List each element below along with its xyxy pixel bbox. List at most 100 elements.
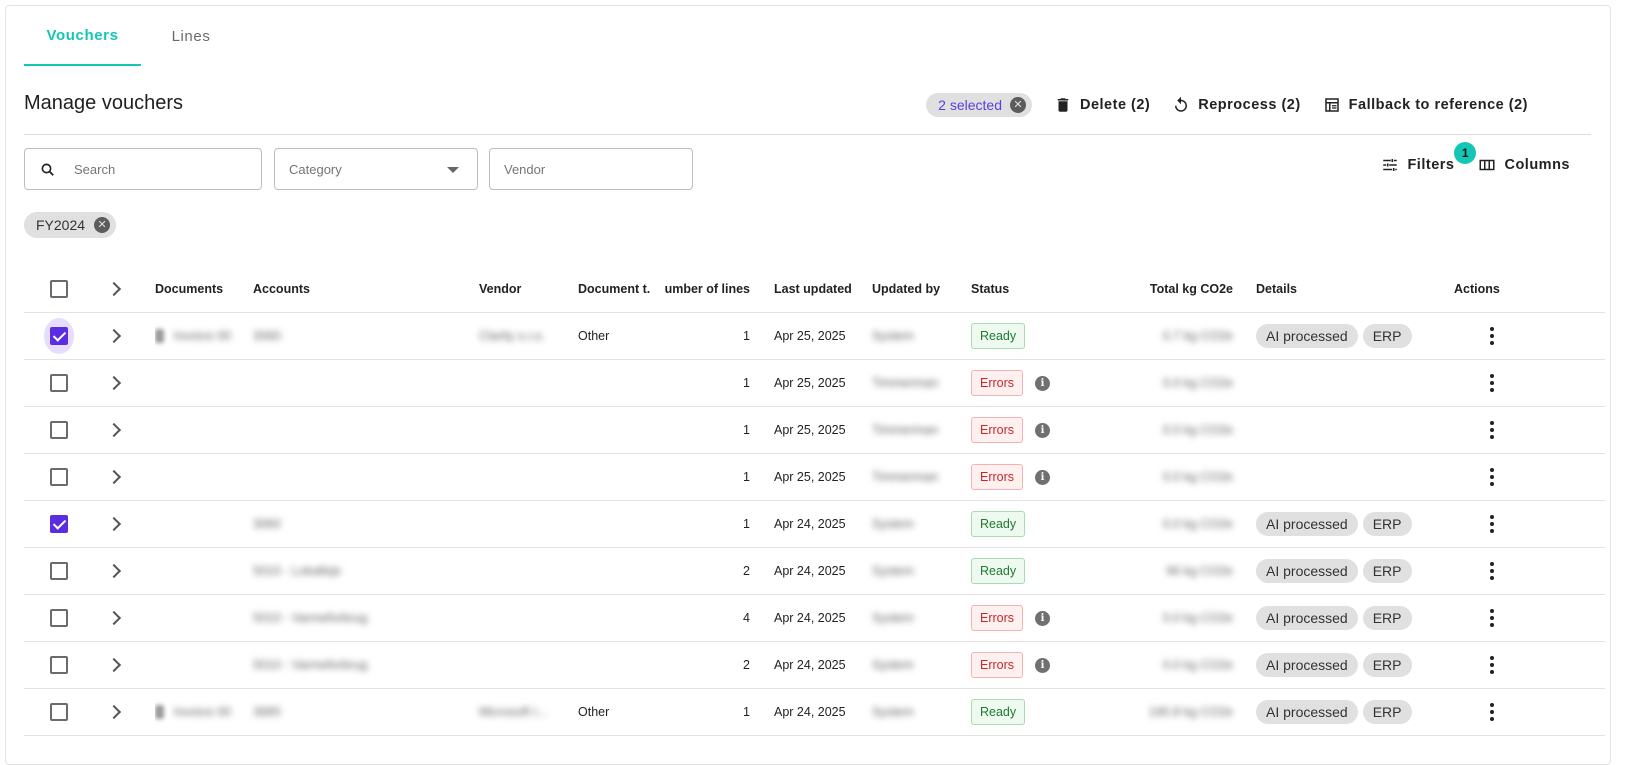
table-row[interactable]: 1 Apr 25, 2025 Timmerman Errors i 0.0 kg CO2e <box>24 407 1605 454</box>
row-checkbox[interactable] <box>50 468 68 486</box>
info-icon[interactable]: i <box>1035 375 1051 391</box>
col-details[interactable]: Details <box>1256 266 1446 312</box>
row-select-cell <box>44 501 74 547</box>
col-document-type[interactable]: Document t... <box>578 266 650 312</box>
tab-lines[interactable]: Lines <box>141 6 241 66</box>
row-documents[interactable] <box>155 454 245 500</box>
row-checkbox[interactable] <box>50 562 68 580</box>
row-checkbox[interactable] <box>50 515 68 533</box>
more-vert-icon[interactable] <box>1490 327 1494 345</box>
row-checkbox[interactable] <box>50 374 68 392</box>
row-details: AI processed ERP <box>1256 548 1446 594</box>
search-input[interactable] <box>25 149 261 189</box>
search-field[interactable] <box>24 148 262 190</box>
row-checkbox[interactable] <box>50 609 68 627</box>
vendor-input[interactable] <box>490 149 692 189</box>
more-vert-icon[interactable] <box>1490 703 1494 721</box>
row-documents[interactable] <box>155 360 245 406</box>
reprocess-button[interactable]: Reprocess (2) <box>1172 96 1300 114</box>
more-vert-icon[interactable] <box>1490 656 1494 674</box>
row-expand-cell <box>104 642 128 688</box>
table-row[interactable]: 5010 - Lokalleje 2 Apr 24, 2025 System Ready… <box>24 548 1605 595</box>
row-total-kg-co2e: 0.0 kg CO2e <box>1162 376 1233 390</box>
row-documents[interactable] <box>155 407 245 453</box>
chevron-right-icon[interactable] <box>106 328 122 344</box>
info-icon[interactable]: i <box>1035 610 1051 626</box>
chevron-right-icon[interactable] <box>106 657 122 673</box>
row-select-cell <box>44 407 74 453</box>
row-documents[interactable] <box>155 642 245 688</box>
col-vendor[interactable]: Vendor <box>479 266 569 312</box>
row-documents[interactable] <box>155 595 245 641</box>
status-badge: Ready <box>971 323 1026 349</box>
more-vert-icon[interactable] <box>1490 562 1494 580</box>
row-status: Ready <box>971 313 1091 359</box>
row-documents[interactable] <box>155 501 245 547</box>
col-number-of-lines[interactable]: umber of lines <box>658 266 750 312</box>
table-row[interactable]: 1 Apr 25, 2025 Timmerman Errors i 0.0 kg CO2e <box>24 454 1605 501</box>
chevron-right-icon[interactable] <box>106 375 122 391</box>
fallback-to-reference-button[interactable]: Fallback to reference (2) <box>1323 96 1528 114</box>
row-actions <box>1452 595 1532 641</box>
col-updated-by[interactable]: Updated by <box>872 266 962 312</box>
row-checkbox[interactable] <box>50 656 68 674</box>
info-icon[interactable]: i <box>1035 422 1051 438</box>
row-documents[interactable] <box>155 548 245 594</box>
col-status[interactable]: Status <box>971 266 1091 312</box>
chevron-right-icon[interactable] <box>106 704 122 720</box>
columns-label: Columns <box>1504 157 1570 173</box>
row-checkbox[interactable] <box>50 327 68 345</box>
more-vert-icon[interactable] <box>1490 421 1494 439</box>
table-row[interactable]: 1 Apr 25, 2025 Timmerman Errors i 0.0 kg CO2e <box>24 360 1605 407</box>
table-row[interactable]: 5010 - Varmeforbrug 2 Apr 24, 2025 System Er… <box>24 642 1605 689</box>
chevron-down-icon[interactable] <box>447 167 459 173</box>
detail-chip: AI processed <box>1256 324 1358 348</box>
row-documents[interactable]: Invoice 00 <box>155 313 245 359</box>
row-select-cell <box>44 548 74 594</box>
chevron-right-icon[interactable] <box>106 281 122 297</box>
row-details: AI processed ERP <box>1256 689 1446 735</box>
clear-selection-icon[interactable]: ✕ <box>1009 97 1026 113</box>
row-select-cell <box>44 595 74 641</box>
more-vert-icon[interactable] <box>1490 609 1494 627</box>
more-vert-icon[interactable] <box>1490 468 1494 486</box>
more-vert-icon[interactable] <box>1490 374 1494 392</box>
row-documents[interactable]: Invoice 00 <box>155 689 245 735</box>
info-icon[interactable]: i <box>1035 657 1051 673</box>
row-expand-cell <box>104 407 128 453</box>
table-row[interactable]: Invoice 00 3060 Clarity s.r.o. Other 1 Apr 25… <box>24 313 1605 360</box>
select-all-checkbox[interactable] <box>50 280 68 298</box>
row-actions <box>1452 360 1532 406</box>
col-documents[interactable]: Documents <box>155 266 245 312</box>
chevron-right-icon[interactable] <box>106 469 122 485</box>
row-checkbox[interactable] <box>50 421 68 439</box>
page-title: Manage vouchers <box>24 92 183 114</box>
filters-button[interactable]: Filters 1 <box>1381 142 1477 174</box>
row-last-updated: Apr 24, 2025 <box>774 611 846 625</box>
row-details <box>1256 454 1446 500</box>
col-last-updated[interactable]: Last updated <box>774 266 864 312</box>
delete-button[interactable]: Delete (2) <box>1054 96 1150 114</box>
row-last-updated: Apr 24, 2025 <box>774 517 846 531</box>
row-checkbox[interactable] <box>50 703 68 721</box>
active-filter-chip[interactable]: FY2024 ✕ <box>24 212 117 238</box>
columns-button[interactable]: Columns <box>1478 156 1570 174</box>
chevron-right-icon[interactable] <box>106 516 122 532</box>
info-icon[interactable]: i <box>1035 469 1051 485</box>
table-row[interactable]: 5010 - Varmeforbrug 4 Apr 24, 2025 System Er… <box>24 595 1605 642</box>
table-chart-icon <box>1324 98 1339 112</box>
category-select[interactable] <box>274 148 478 190</box>
col-total-kg-co2e[interactable]: Total kg CO2e <box>1137 266 1233 312</box>
detail-chip: ERP <box>1362 324 1412 348</box>
table-row[interactable]: Invoice 00 3685 Microsoft I... Other 1 Apr 24… <box>24 689 1605 736</box>
more-vert-icon[interactable] <box>1490 515 1494 533</box>
col-accounts[interactable]: Accounts <box>253 266 453 312</box>
tab-vouchers[interactable]: Vouchers <box>24 6 141 66</box>
remove-filter-icon[interactable]: ✕ <box>94 217 111 233</box>
table-row[interactable]: 3060 1 Apr 24, 2025 System Ready 0.0 kg CO2e A… <box>24 501 1605 548</box>
chevron-right-icon[interactable] <box>106 422 122 438</box>
vendor-field[interactable] <box>489 148 693 190</box>
chevron-right-icon[interactable] <box>106 563 122 579</box>
active-filter-label: FY2024 <box>36 217 86 233</box>
chevron-right-icon[interactable] <box>106 610 122 626</box>
